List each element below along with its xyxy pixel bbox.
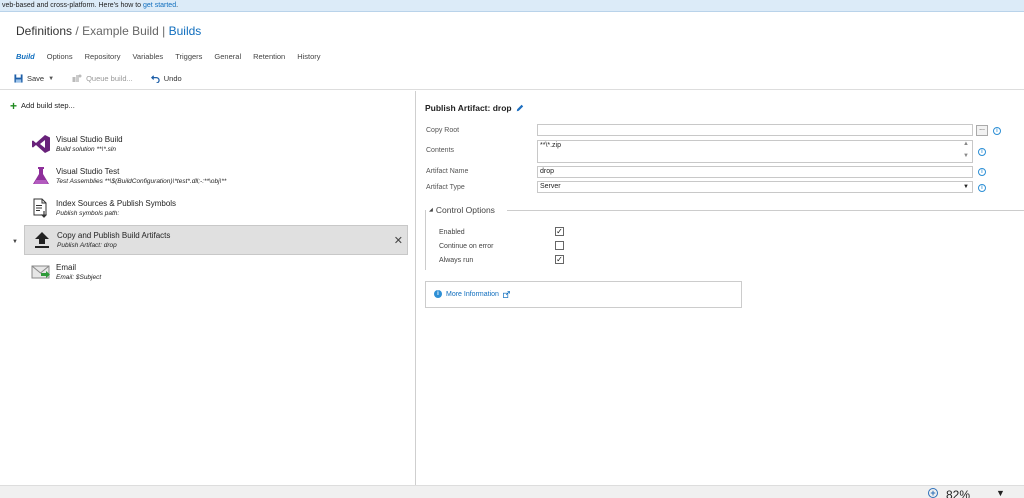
step-details-pane: Publish Artifact: drop Copy Root ... i C… (417, 91, 1024, 485)
breadcrumb-example-build: Example Build (82, 24, 159, 38)
info-icon[interactable]: i (978, 168, 986, 176)
contents-label: Contents (426, 147, 455, 154)
browse-button[interactable]: ... (976, 125, 988, 136)
step-copy-publish-artifacts[interactable]: Copy and Publish Build Artifacts Publish… (24, 225, 408, 255)
step-visual-studio-build[interactable]: Visual Studio Build Build solution **\*.… (24, 129, 408, 159)
control-options-title: Control Options (435, 205, 495, 215)
breadcrumb-builds[interactable]: Builds (169, 24, 202, 38)
get-started-link[interactable]: get started (143, 2, 176, 9)
info-icon[interactable]: i (993, 127, 1001, 135)
step-subtitle: Publish Artifact: drop (57, 242, 117, 249)
step-email[interactable]: Email Email: $Subject (24, 257, 408, 287)
zoom-in-icon[interactable]: + (928, 488, 938, 498)
always-run-checkbox[interactable]: ✓ (555, 255, 564, 264)
banner-text: veb-based and cross-platform. Here's how… (2, 2, 144, 9)
save-icon (14, 74, 23, 83)
artifact-name-input[interactable]: drop (537, 166, 973, 178)
add-build-step-label: Add build step... (21, 101, 75, 110)
add-build-step-button[interactable]: + Add build step... (10, 98, 75, 113)
scroll-up-icon[interactable]: ▲ (963, 141, 969, 147)
step-subtitle: Test Assemblies **\$(BuildConfiguration)… (56, 178, 227, 185)
breadcrumb-separator: / (75, 24, 79, 38)
chevron-down-icon: ▼ (963, 184, 969, 190)
status-bar: + 82% ▼ (0, 485, 1024, 498)
scroll-down-icon[interactable]: ▼ (963, 153, 969, 159)
info-icon: i (434, 290, 442, 298)
queue-build-label: Queue build... (86, 74, 133, 83)
banner-end: . (176, 2, 179, 9)
step-subtitle: Email: $Subject (56, 274, 102, 281)
step-name: Copy and Publish Build Artifacts (57, 231, 171, 240)
step-name: Index Sources & Publish Symbols (56, 199, 177, 208)
toolbar: Save ▼ Queue build... Undo (0, 68, 1024, 90)
plus-icon: + (10, 98, 18, 113)
breadcrumb-definitions[interactable]: Definitions (16, 24, 72, 38)
control-options-section (425, 210, 1024, 270)
step-index-sources[interactable]: Index Sources & Publish Symbols Publish … (24, 193, 408, 223)
section-divider (507, 210, 1024, 211)
panel-title-text: Publish Artifact: drop (425, 103, 512, 113)
info-banner: veb-based and cross-platform. Here's how… (0, 0, 1024, 12)
enabled-checkbox[interactable]: ✓ (555, 227, 564, 236)
info-icon[interactable]: i (978, 148, 986, 156)
definition-tabs: Build Options Repository Variables Trigg… (16, 52, 321, 61)
step-name: Visual Studio Build (56, 135, 123, 144)
build-steps-pane: + Add build step... Visual Studio Build … (0, 91, 416, 485)
tab-general[interactable]: General (214, 52, 241, 61)
chevron-down-icon[interactable]: ▼ (996, 488, 1005, 498)
tab-variables[interactable]: Variables (132, 52, 163, 61)
contents-textarea[interactable]: **\*.zip (537, 140, 973, 163)
step-name: Visual Studio Test (56, 167, 120, 176)
collapse-triangle-icon: ◢ (429, 207, 433, 213)
save-button[interactable]: Save ▼ (14, 74, 54, 83)
undo-icon (150, 75, 160, 83)
continue-on-error-checkbox[interactable] (555, 241, 564, 250)
queue-build-button[interactable]: Queue build... (72, 74, 133, 83)
step-visual-studio-test[interactable]: Visual Studio Test Test Assemblies **\$(… (24, 161, 408, 191)
chevron-down-icon[interactable]: ▼ (48, 76, 54, 82)
queue-build-icon (72, 74, 82, 82)
tab-history[interactable]: History (297, 52, 320, 61)
pencil-icon[interactable] (516, 104, 524, 112)
tab-options[interactable]: Options (47, 52, 73, 61)
close-icon[interactable]: ✕ (394, 234, 403, 247)
breadcrumb: Definitions / Example Build | Builds (16, 24, 201, 38)
control-options-header[interactable]: ◢ Control Options (429, 205, 495, 215)
always-run-label: Always run (439, 257, 474, 264)
flask-icon (30, 165, 52, 187)
selected-row-marker-icon: ▼ (12, 239, 18, 245)
tab-triggers[interactable]: Triggers (175, 52, 202, 61)
upload-icon (31, 229, 53, 251)
undo-button[interactable]: Undo (150, 74, 182, 83)
artifact-type-label: Artifact Type (426, 184, 465, 191)
save-label: Save (27, 74, 45, 83)
document-symbols-icon (30, 197, 52, 219)
breadcrumb-separator-bar: | (162, 24, 166, 38)
more-information-label: More Information (446, 290, 499, 298)
external-link-icon (503, 290, 510, 298)
step-name: Email (56, 263, 77, 272)
step-details-title: Publish Artifact: drop (425, 103, 524, 113)
visual-studio-icon (30, 133, 52, 155)
continue-on-error-label: Continue on error (439, 243, 494, 250)
copy-root-input[interactable] (537, 124, 973, 136)
email-icon (30, 261, 52, 283)
artifact-name-label: Artifact Name (426, 168, 469, 175)
step-subtitle: Publish symbols path: (56, 210, 120, 217)
undo-label: Undo (163, 74, 182, 83)
zoom-level: 82% (946, 488, 971, 498)
enabled-label: Enabled (439, 229, 465, 236)
info-icon[interactable]: i (978, 184, 986, 192)
tab-retention[interactable]: Retention (253, 52, 285, 61)
artifact-type-value: Server (540, 183, 561, 190)
tab-build[interactable]: Build (16, 52, 35, 61)
artifact-type-select[interactable]: Server ▼ (537, 181, 973, 193)
copy-root-label: Copy Root (426, 127, 460, 134)
tab-repository[interactable]: Repository (85, 52, 121, 61)
more-information-link[interactable]: i More Information (434, 290, 510, 298)
step-subtitle: Build solution **\*.sln (56, 146, 116, 153)
more-information-box: i More Information (425, 281, 742, 308)
